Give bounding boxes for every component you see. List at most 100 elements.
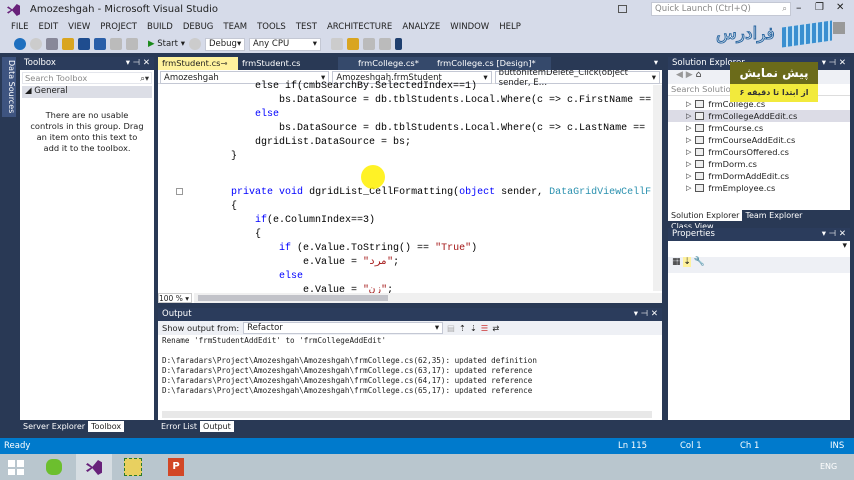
collapse-marker[interactable] (176, 188, 183, 195)
menu-build[interactable]: BUILD (142, 20, 178, 35)
windows-start-icon[interactable] (8, 460, 24, 475)
expand-arrow-icon[interactable]: ▷ (686, 158, 691, 170)
panel-controls[interactable]: ▾ ⊣ ✕ (634, 309, 658, 320)
language-indicator[interactable]: ENG (820, 462, 837, 471)
save-icon[interactable] (78, 38, 90, 50)
tab-team-explorer[interactable]: Team Explorer (742, 210, 805, 221)
attach-icon[interactable] (188, 38, 201, 50)
tab-frmcollege-cs[interactable]: frmCollege.cs* (338, 57, 433, 70)
toolbox-group-general[interactable]: ◢ General (22, 86, 152, 98)
restore-button[interactable]: ❐ (815, 2, 824, 13)
menu-analyze[interactable]: ANALYZE (397, 20, 445, 35)
menu-debug[interactable]: DEBUG (178, 20, 219, 35)
solution-item[interactable]: ▷ frmEmployeeAddEdit.cs (668, 194, 850, 196)
tab-frmcollege-design[interactable]: frmCollege.cs [Design]* (433, 57, 551, 70)
horizontal-scrollbar[interactable] (194, 293, 662, 303)
back-icon[interactable] (14, 38, 26, 50)
config-select[interactable]: Debug ▾ (204, 37, 245, 51)
tab-error-list[interactable]: Error List (158, 421, 200, 432)
find-icon[interactable] (330, 38, 343, 50)
code-editor[interactable]: Amozeshgah ▾ Amozeshgah.frmStudent ▾ butto… (158, 70, 662, 303)
panel-controls[interactable]: ▾ ⊣ ✕ (822, 229, 846, 240)
account-icon[interactable] (833, 22, 845, 34)
properties-object-select[interactable]: ▾ (668, 241, 850, 257)
start-button[interactable]: ▶ Start ▾ (148, 39, 185, 49)
expand-arrow-icon[interactable]: ▷ (686, 170, 691, 182)
vertical-scrollbar[interactable] (653, 85, 662, 291)
prev-message-icon[interactable]: ⇡ (459, 323, 466, 333)
data-sources-tab[interactable]: Data Sources (2, 57, 16, 117)
solution-item[interactable]: ▷ frmCoursOffered.cs (668, 146, 850, 158)
tab-output[interactable]: Output (200, 421, 234, 432)
quick-launch-input[interactable]: Quick Launch (Ctrl+Q) ⌕ (651, 2, 791, 16)
menu-view[interactable]: VIEW (63, 20, 95, 35)
solution-item[interactable]: ▷ frmCollegeAddEdit.cs (668, 110, 850, 122)
output-source-select[interactable]: Refactor ▾ (243, 322, 444, 334)
bookmark-toggle-icon[interactable] (394, 38, 402, 50)
panel-controls[interactable]: ▾ ⊣ ✕ (126, 58, 150, 69)
toolbox-search[interactable]: Search Toolbox ⌕▾ (22, 72, 152, 84)
clear-all-icon[interactable]: ☰ (481, 323, 488, 333)
visual-studio-taskbar-icon[interactable] (76, 454, 112, 480)
expand-arrow-icon[interactable]: ▷ (686, 182, 691, 194)
save-all-icon[interactable] (94, 38, 106, 50)
expand-arrow-icon[interactable]: ▷ (686, 146, 691, 158)
bookmark-icon[interactable] (346, 38, 359, 50)
open-icon[interactable] (62, 38, 74, 50)
platform-select[interactable]: Any CPU ▾ (248, 37, 321, 51)
menu-file[interactable]: FILE (6, 20, 34, 35)
home-icon[interactable]: ⌂ (696, 70, 702, 80)
expand-arrow-icon[interactable]: ▷ (686, 110, 691, 122)
solution-item[interactable]: ▷ frmEmployee.cs (668, 182, 850, 194)
expand-arrow-icon[interactable]: ▷ (686, 194, 691, 196)
next-message-icon[interactable]: ⇣ (470, 323, 477, 333)
solution-item[interactable]: ▷ frmCourse.cs (668, 122, 850, 134)
properties-page-icon[interactable]: 🔧 (694, 257, 705, 267)
solution-item[interactable]: ▷ frmDormAddEdit.cs (668, 170, 850, 182)
tab-toolbox[interactable]: Toolbox (88, 421, 125, 432)
comment-icon[interactable] (362, 38, 375, 50)
tab-overflow-icon[interactable]: ▾ (654, 57, 662, 70)
redo-icon[interactable] (126, 38, 138, 50)
categorized-icon[interactable]: ▦ (672, 257, 681, 267)
forward-icon[interactable] (30, 38, 42, 50)
taskbar: P ENG (0, 454, 854, 480)
menu-test[interactable]: TEST (291, 20, 322, 35)
tab-server-explorer[interactable]: Server Explorer (20, 421, 88, 432)
tab-solution-explorer[interactable]: Solution Explorer (668, 210, 743, 221)
expand-arrow-icon[interactable]: ▷ (686, 122, 691, 134)
app-icon-tree[interactable] (46, 459, 62, 475)
alphabetical-icon[interactable]: ⇣ (683, 257, 691, 267)
undo-icon[interactable] (110, 38, 122, 50)
panel-controls[interactable]: ▾ ⊣ ✕ (822, 58, 846, 69)
powerpoint-icon[interactable]: P (168, 458, 184, 476)
expand-arrow-icon[interactable]: ▷ (686, 134, 691, 146)
output-hscroll[interactable] (162, 411, 652, 418)
menu-tools[interactable]: TOOLS (252, 20, 291, 35)
menu-architecture[interactable]: ARCHITECTURE (322, 20, 397, 35)
database-tool-icon[interactable] (124, 458, 142, 476)
solution-item-label: frmCourseAddEdit.cs (708, 135, 796, 145)
solution-item-label: frmCollegeAddEdit.cs (708, 111, 798, 121)
menu-help[interactable]: HELP (494, 20, 526, 35)
solution-item[interactable]: ▷ frmDorm.cs (668, 158, 850, 170)
menu-team[interactable]: TEAM (218, 20, 252, 35)
close-button[interactable]: ✕ (836, 2, 844, 13)
close-icon[interactable]: ⊸ ✕ (220, 58, 234, 78)
menu-edit[interactable]: EDIT (34, 20, 64, 35)
notifications-icon[interactable] (618, 5, 627, 13)
new-project-icon[interactable] (46, 38, 58, 50)
word-wrap-icon[interactable]: ⇄ (492, 323, 499, 333)
solution-item[interactable]: ▷ frmCourseAddEdit.cs (668, 134, 850, 146)
menu-window[interactable]: WINDOW (445, 20, 494, 35)
tab-frmstudent-cs[interactable]: frmStudent.cs⊸ ✕ (158, 57, 238, 78)
expand-arrow-icon[interactable]: ▷ (686, 98, 691, 110)
zoom-select[interactable]: 100 % ▾ (158, 293, 192, 303)
goto-icon[interactable]: ▤ (447, 323, 455, 333)
minimize-button[interactable]: – (796, 1, 802, 14)
uncomment-icon[interactable] (378, 38, 391, 50)
code-token: e.Value = (207, 257, 364, 268)
tab-frmstudent-design[interactable]: frmStudent.cs [Design] (238, 57, 338, 78)
menu-project[interactable]: PROJECT (95, 20, 142, 35)
